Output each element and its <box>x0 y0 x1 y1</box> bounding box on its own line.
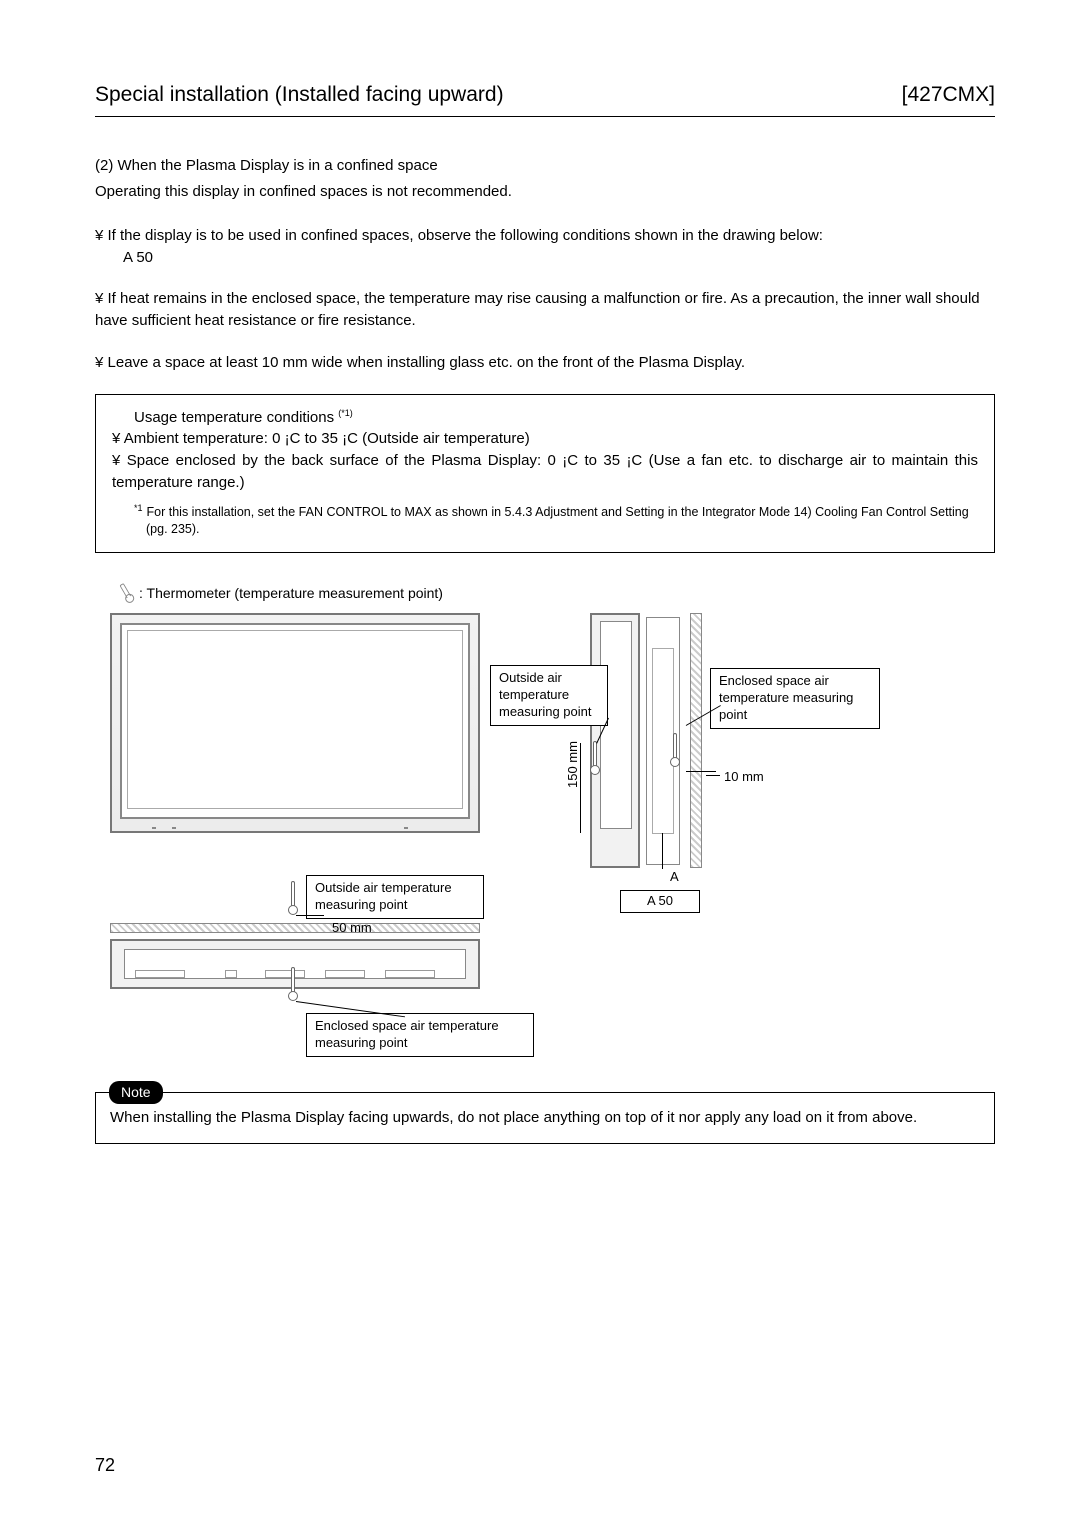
front-view-outer <box>110 613 480 833</box>
bullet-2-text: If heat remains in the enclosed space, t… <box>95 290 980 329</box>
dimension-line <box>580 743 581 833</box>
bullet-marker: ¥ <box>95 354 108 371</box>
rear-connector <box>325 970 365 978</box>
leader-line <box>686 771 716 772</box>
label-outside-bottom: Outside air temperature measuring point <box>306 875 484 919</box>
footnote-mark: *1 <box>134 503 143 513</box>
model-label: [427CMX] <box>902 80 995 110</box>
bullet-marker: ¥ <box>112 430 124 447</box>
conditions-title-row: Usage temperature conditions (*1) <box>112 407 978 429</box>
conditions-item-2: Space enclosed by the back surface of th… <box>112 452 978 491</box>
dimension-10mm: 10 mm <box>724 768 764 787</box>
label-enclosed-bottom: Enclosed space air temperature measuring… <box>306 1013 534 1057</box>
page-header: Special installation (Installed facing u… <box>95 80 995 117</box>
side-view-wall <box>690 613 702 868</box>
legend: : Thermometer (temperature measurement p… <box>119 583 995 603</box>
note-badge: Note <box>109 1081 163 1104</box>
front-detail <box>152 827 156 829</box>
note: Note When installing the Plasma Display … <box>95 1092 995 1144</box>
dimension-a: A <box>670 868 679 887</box>
bullet-3: ¥ Leave a space at least 10 mm wide when… <box>95 352 995 374</box>
conditions-item-1: Ambient temperature: 0 ¡C to 35 ¡C (Outs… <box>124 430 530 447</box>
thermometer-icon <box>590 741 600 775</box>
label-a50: A 50 <box>620 890 700 913</box>
page-number: 72 <box>95 1452 115 1478</box>
section-heading: (2) When the Plasma Display is in a conf… <box>95 155 995 177</box>
note-box: When installing the Plasma Display facin… <box>95 1092 995 1144</box>
front-view-screen <box>127 630 463 809</box>
rear-connector <box>225 970 237 978</box>
thermometer-icon <box>288 967 298 1001</box>
page: Special installation (Installed facing u… <box>0 0 1080 1528</box>
rear-view-wall <box>110 923 480 933</box>
installation-diagram: Outside air temperature measuring point … <box>110 613 950 1048</box>
conditions-box: Usage temperature conditions (*1) ¥ Ambi… <box>95 394 995 553</box>
rear-connector <box>265 970 305 978</box>
bullet-marker: ¥ <box>95 227 108 244</box>
thermometer-icon <box>670 733 680 767</box>
thermometer-icon <box>115 581 137 605</box>
bullet-1-text: If the display is to be used in confined… <box>108 227 823 244</box>
conditions-title: Usage temperature conditions <box>134 409 334 426</box>
dimension-line <box>296 915 324 916</box>
bullet-2: ¥ If heat remains in the enclosed space,… <box>95 288 995 332</box>
bullet-marker: ¥ <box>112 452 127 469</box>
thermometer-icon <box>288 881 298 915</box>
legend-text: : Thermometer (temperature measurement p… <box>139 583 443 603</box>
rear-connector <box>135 970 185 978</box>
note-body: When installing the Plasma Display facin… <box>110 1109 917 1126</box>
bullet-1: ¥ If the display is to be used in confin… <box>95 225 995 269</box>
front-detail <box>172 827 176 829</box>
conditions-footnote: *1For this installation, set the FAN CON… <box>124 502 978 538</box>
dimension-line <box>662 833 663 869</box>
label-outside-side: Outside air temperature measuring point <box>490 665 608 726</box>
dimension-50mm: 50 mm <box>332 919 372 938</box>
bullet-1-sub: A 50 <box>95 247 995 269</box>
label-enclosed-side: Enclosed space air temperature measuring… <box>710 668 880 729</box>
footnote-text: For this installation, set the FAN CONTR… <box>146 505 969 536</box>
page-title: Special installation (Installed facing u… <box>95 80 504 110</box>
dimension-line <box>706 775 720 776</box>
front-detail <box>404 827 408 829</box>
bullet-3-text: Leave a space at least 10 mm wide when i… <box>108 354 746 371</box>
bullet-marker: ¥ <box>95 290 108 307</box>
section-intro: Operating this display in confined space… <box>95 181 995 203</box>
rear-connector <box>385 970 435 978</box>
conditions-title-super: (*1) <box>338 408 353 418</box>
